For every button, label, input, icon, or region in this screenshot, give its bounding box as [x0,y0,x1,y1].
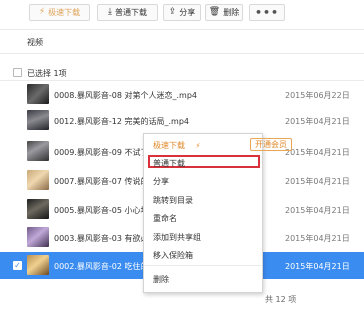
file-date: 2015年06月22日 [285,91,350,100]
menu-item-jump-to-dir[interactable]: 跳转到目录 [153,195,193,206]
video-thumbnail [27,199,49,219]
selection-count: 已选择 1项 [27,69,67,78]
normal-download-button[interactable]: ⤓ 普通下载 [97,4,158,21]
video-thumbnail [27,84,49,104]
menu-item-rename[interactable]: 重命名 [153,213,177,224]
lightning-icon: ⚡ [38,7,46,17]
section-title: 视频 [27,38,43,47]
file-name: 0009.暴风影音-09 不试了我 [54,148,157,157]
file-date: 2015年04月21日 [285,262,350,271]
file-date: 2015年04月21日 [285,234,350,243]
download-icon: ⤓ [108,7,112,17]
delete-button[interactable]: 🗑 删除 [205,4,243,21]
menu-item-add-to-share-group[interactable]: 添加到共享组 [153,232,201,243]
more-button[interactable]: ••• [249,4,285,21]
vip-button[interactable]: 开通会员 [250,138,292,151]
video-thumbnail [27,255,49,275]
menu-item-share[interactable]: 分享 [153,176,169,187]
toolbar-divider [0,29,364,30]
toolbar: ⚡ 极速下载 ⤓ 普通下载 ⇪ 分享 🗑 删除 ••• [0,0,364,24]
menu-item-delete[interactable]: 删除 [153,274,169,285]
turbo-download-button[interactable]: ⚡ 极速下载 [29,4,90,21]
trash-icon: 🗑 [208,7,221,17]
select-all-checkbox[interactable] [13,68,22,77]
more-icon: ••• [254,6,280,19]
file-row[interactable]: 0012.暴风影音-12 完美的话局_.mp4 2015年04月21日 [0,107,364,133]
video-thumbnail [27,170,49,190]
file-date: 2015年04月21日 [285,206,350,215]
file-name: 0002.暴风影音-02 吃住的题 [54,262,157,271]
video-thumbnail [27,227,49,247]
row-checkbox-checked[interactable]: ✓ [13,261,22,270]
share-icon: ⇪ [168,7,177,17]
section-divider [0,53,364,54]
menu-item-turbo-download[interactable]: 极速下载 ⚡ [153,140,200,151]
menu-item-normal-download[interactable]: 普通下载 [153,158,185,169]
menu-item-move-to-safe[interactable]: 移入保险箱 [153,250,193,261]
lightning-icon: ⚡ [195,142,201,150]
file-date: 2015年04月21日 [285,177,350,186]
context-menu: 极速下载 ⚡ 开通会员 普通下载 分享 跳转到目录 重命名 添加到共享组 移入保… [143,133,292,293]
file-name: 0007.暴风影音-07 传说的底 [54,177,157,186]
total-count: 共 12 项 [265,295,297,304]
file-row[interactable]: 0008.暴风影音-08 对第个人迷恋_.mp4 2015年06月22日 [0,81,364,107]
file-name: 0003.暴风影音-03 有欲必给 [54,234,157,243]
file-name: 0012.暴风影音-12 完美的话局_.mp4 [54,117,190,126]
share-button[interactable]: ⇪ 分享 [163,4,201,21]
file-date: 2015年04月21日 [285,117,350,126]
menu-separator [144,265,262,266]
file-name: 0005.暴风影音-05 小心地下 [54,206,157,215]
video-thumbnail [27,141,49,161]
file-date: 2015年04月21日 [285,148,350,157]
file-name: 0008.暴风影音-08 对第个人迷恋_.mp4 [54,91,198,100]
video-thumbnail [27,110,49,130]
